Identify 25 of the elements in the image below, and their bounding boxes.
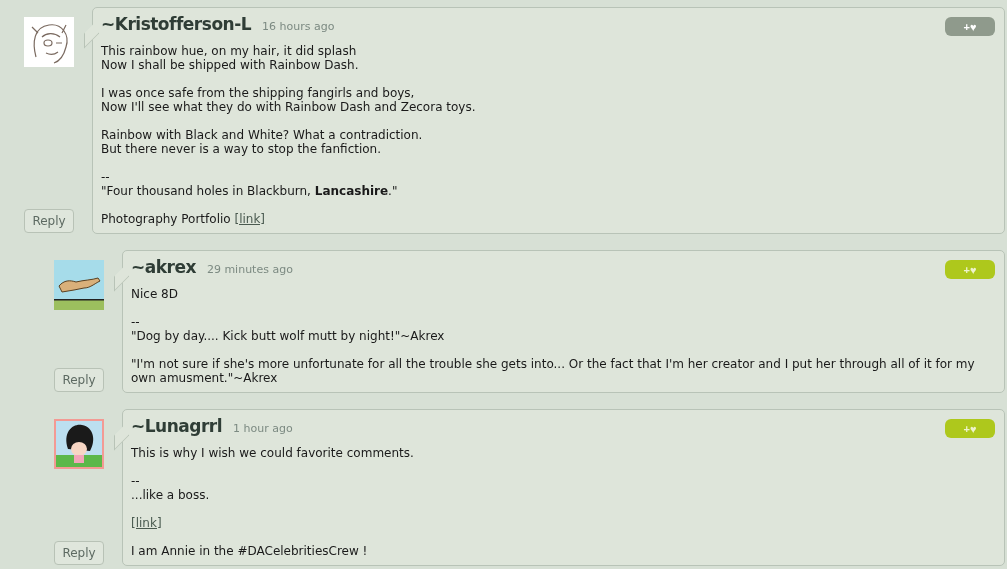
comment-text: I am Annie in the #DACelebritiesCrew ! xyxy=(131,544,369,558)
username-link[interactable]: ~Kristofferson-L xyxy=(101,14,252,34)
comment-text: -- "Dog by day.... Kick butt wolf mutt by night!"~Akrex xyxy=(131,315,446,343)
favorite-button[interactable]: +♥ xyxy=(945,17,995,36)
reply-button[interactable]: Reply xyxy=(24,209,74,233)
timestamp: 16 hours ago xyxy=(262,20,335,33)
comment-text: Rainbow with Black and White? What a contradiction. But there never is a way to stop the fanfiction. xyxy=(101,128,424,156)
timestamp: 1 hour ago xyxy=(233,422,293,435)
reply-button[interactable]: Reply xyxy=(54,541,104,565)
comment-text: Photography Portfolio xyxy=(101,212,232,226)
link[interactable]: [link] xyxy=(131,516,162,530)
avatar-picture[interactable] xyxy=(54,419,104,469)
comment-text: -- "Four thousand holes in Blackburn, Lancashire." xyxy=(101,170,399,198)
username-link[interactable]: ~Lunagrrl xyxy=(131,416,223,436)
comment-text: -- ...like a boss. xyxy=(131,474,211,502)
comment-text: "I'm not sure if she's more unfortunate for all the trouble she gets into... Or the fact that I'm her creator and I put her through all of it for my own amusment."~Akrex xyxy=(131,357,976,385)
comment-text: I was once safe from the shipping fangirls and boys, Now I'll see what they do with Rainbow Dash and Zecora toys. xyxy=(101,86,477,114)
username-link[interactable]: ~akrex xyxy=(131,257,196,277)
comment-text: This rainbow hue, on my hair, it did splash Now I shall be shipped with Rainbow Dash. xyxy=(101,44,360,72)
timestamp: 29 minutes ago xyxy=(206,263,293,276)
comment-text: Nice 8D xyxy=(131,287,179,301)
avatar-picture[interactable] xyxy=(54,260,104,310)
link[interactable]: [link] xyxy=(234,212,266,226)
reply-button[interactable]: Reply xyxy=(54,368,104,392)
comment-text: This is why I wish we could favorite comments. xyxy=(131,446,415,460)
